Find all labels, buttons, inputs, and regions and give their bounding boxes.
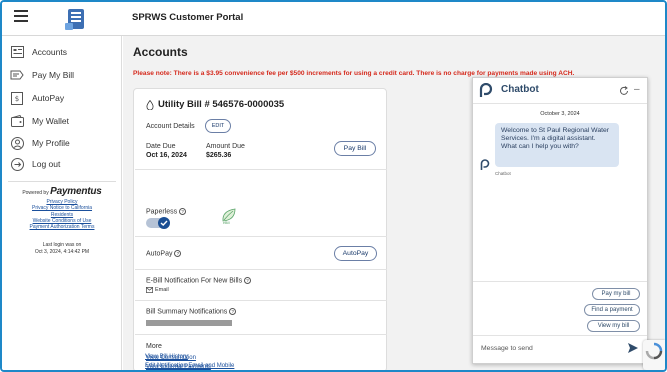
bill-summary-text: Bill Summary Notifications xyxy=(146,308,228,316)
bot-name: Chatbot xyxy=(495,171,511,176)
paperless-toggle[interactable] xyxy=(146,217,170,229)
page-title: Accounts xyxy=(133,45,188,59)
chatbot-title: Chatbot xyxy=(501,84,539,95)
sidebar-item-log-out[interactable]: Log out xyxy=(10,156,60,172)
sidebar: Accounts Pay My Bill $ AutoPay My Wallet… xyxy=(2,36,122,370)
chat-date: October 3, 2024 xyxy=(540,111,580,117)
message-input[interactable] xyxy=(481,341,611,355)
send-icon[interactable] xyxy=(627,342,639,354)
info-icon: ? xyxy=(244,277,252,284)
autopay-label: AutoPay ? xyxy=(146,250,182,258)
bot-avatar-icon xyxy=(480,159,490,170)
more-label: More xyxy=(146,343,162,350)
utility-bill-card: Utility Bill # 546576-0000035 Account De… xyxy=(133,88,387,370)
logout-icon xyxy=(10,157,24,171)
sidebar-item-label: AutoPay xyxy=(32,93,65,103)
portal-window: SPRWS Customer Portal Accounts Pay My Bi… xyxy=(0,0,667,372)
amount-due-label: Amount Due xyxy=(206,143,245,150)
amount-due-value: $265.36 xyxy=(206,152,232,159)
paperless-label: Paperless ? xyxy=(146,208,187,216)
paperless-text: Paperless xyxy=(146,208,178,216)
sidebar-item-label: My Profile xyxy=(32,138,70,148)
edit-button[interactable]: EDIT xyxy=(205,119,231,133)
sidebar-item-label: Log out xyxy=(32,159,61,169)
date-due-label: Date Due xyxy=(146,143,176,150)
email-notification: Email xyxy=(146,287,169,293)
powered-by: Powered by Paymentus xyxy=(2,186,122,197)
chat-divider xyxy=(473,335,647,336)
card-divider xyxy=(135,269,387,270)
card-divider xyxy=(135,236,387,237)
pay-bill-button[interactable]: Pay Bill xyxy=(334,141,376,156)
card-divider xyxy=(135,300,387,301)
ebill-leaf-icon: eBill xyxy=(220,207,238,225)
card-divider xyxy=(135,169,387,170)
redacted-bar xyxy=(146,320,232,326)
sidebar-item-label: Pay My Bill xyxy=(32,70,75,80)
credit-card-fee-notice: Please note: There is a $3.95 convenienc… xyxy=(133,70,575,77)
email-icon xyxy=(146,287,153,293)
date-due-value: Oct 16, 2024 xyxy=(146,152,187,159)
water-drop-icon xyxy=(146,99,154,110)
legal-links: Privacy Policy Privacy Notice to Califor… xyxy=(2,199,122,230)
sprws-logo xyxy=(65,9,84,30)
chatbot-logo-icon xyxy=(479,83,493,97)
recaptcha-badge[interactable] xyxy=(643,340,665,370)
card-divider xyxy=(135,334,387,335)
last-login: Last login was on Oct 3, 2024, 4:14:42 P… xyxy=(2,242,122,255)
sidebar-item-accounts[interactable]: Accounts xyxy=(10,44,67,60)
sidebar-item-my-wallet[interactable]: My Wallet xyxy=(10,113,69,129)
payment-authorization-link[interactable]: Payment Authorization Terms xyxy=(2,224,122,230)
powered-by-label: Powered by xyxy=(22,190,49,196)
chatbot-panel: Chatbot – October 3, 2024 Welcome to St … xyxy=(472,77,648,364)
chatbot-header: Chatbot – xyxy=(473,78,647,104)
account-details-label: Account Details xyxy=(146,123,195,130)
bill-title: Utility Bill # 546576-0000035 xyxy=(146,99,284,110)
bill-number: Utility Bill # 546576-0000035 xyxy=(158,99,285,110)
last-login-value: Oct 3, 2024, 4:14:42 PM xyxy=(34,248,90,255)
quick-reply-view-my-bill[interactable]: View my bill xyxy=(587,320,640,332)
quick-reply-find-a-payment[interactable]: Find a payment xyxy=(584,304,640,316)
recaptcha-icon xyxy=(645,342,663,360)
paymentus-logo: Paymentus xyxy=(50,186,102,197)
view-bill-history-link[interactable]: View Bill History xyxy=(145,354,188,360)
sidebar-item-label: My Wallet xyxy=(32,116,69,126)
accounts-icon xyxy=(10,45,24,59)
info-icon: ? xyxy=(179,208,187,215)
sidebar-divider xyxy=(8,181,116,182)
ebill-notification-label: E-Bill Notification For New Bills ? xyxy=(146,277,252,285)
sidebar-item-label: Accounts xyxy=(32,47,67,57)
refresh-icon[interactable] xyxy=(619,86,629,96)
hamburger-menu-icon[interactable] xyxy=(14,10,28,24)
autopay-button[interactable]: AutoPay xyxy=(334,246,377,261)
ebill-notification-text: E-Bill Notification For New Bills xyxy=(146,277,243,285)
chat-divider xyxy=(473,281,647,282)
info-icon: ? xyxy=(174,250,182,257)
bill-summary-label: Bill Summary Notifications ? xyxy=(146,308,237,316)
pay-bill-icon xyxy=(10,68,24,82)
wallet-icon xyxy=(10,114,24,128)
sidebar-item-pay-my-bill[interactable]: Pay My Bill xyxy=(10,67,74,83)
email-text: Email xyxy=(155,287,169,293)
top-bar: SPRWS Customer Portal xyxy=(2,2,665,36)
autopay-text: AutoPay xyxy=(146,250,173,258)
sidebar-item-autopay[interactable]: $ AutoPay xyxy=(10,90,64,106)
bot-message-bubble: Welcome to St Paul Regional Water Servic… xyxy=(495,123,619,167)
ebill-badge: eBill xyxy=(223,221,230,225)
profile-icon xyxy=(10,136,24,150)
minimize-icon[interactable]: – xyxy=(634,84,640,95)
sidebar-item-my-profile[interactable]: My Profile xyxy=(10,135,70,151)
portal-title: SPRWS Customer Portal xyxy=(132,12,244,23)
edit-notification-link[interactable]: Edit Notification Email and Mobile xyxy=(145,363,234,369)
quick-reply-pay-my-bill[interactable]: Pay my bill xyxy=(592,288,640,300)
svg-text:$: $ xyxy=(15,95,19,103)
info-icon: ? xyxy=(229,308,237,315)
autopay-icon: $ xyxy=(10,91,24,105)
